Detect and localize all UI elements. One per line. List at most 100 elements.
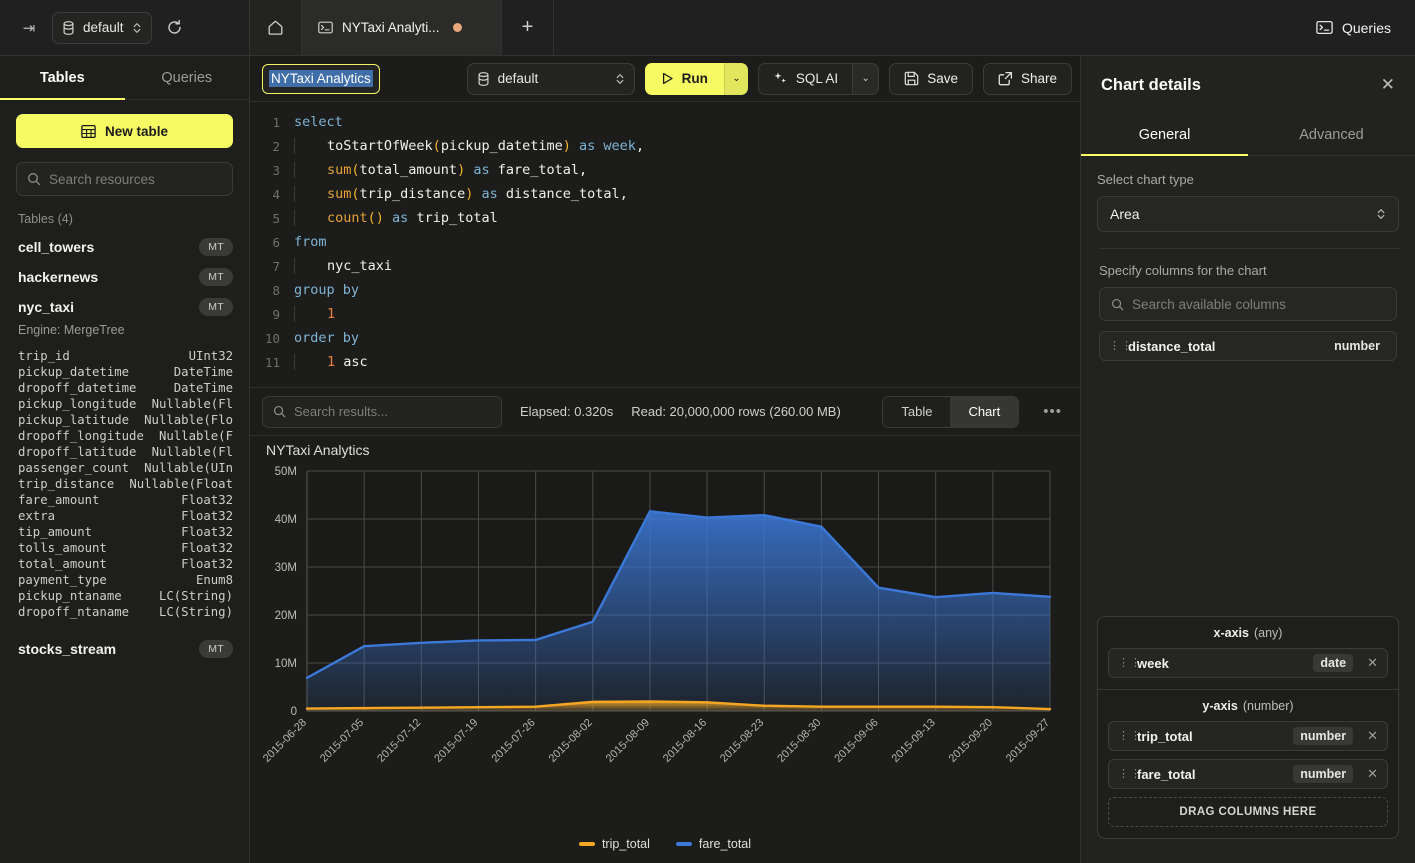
drag-handle-icon[interactable]: ⋮⋮ xyxy=(1109,342,1118,350)
run-button[interactable]: Run xyxy=(645,63,724,95)
column-row[interactable]: tip_amountFloat32 xyxy=(0,524,249,540)
column-row[interactable]: passenger_count Nullable(UIn xyxy=(0,460,249,476)
run-button-label: Run xyxy=(682,71,708,86)
tab-chart-view[interactable]: Chart xyxy=(950,397,1018,427)
editor-line[interactable]: 10order by xyxy=(250,326,1080,350)
queries-button[interactable]: Queries xyxy=(1292,0,1415,55)
home-icon[interactable] xyxy=(250,0,302,55)
editor-line[interactable]: 3sum(total_amount) as fare_total, xyxy=(250,158,1080,182)
new-table-button-label: New table xyxy=(105,124,168,139)
sql-ai-group[interactable]: SQL AI ⌄ xyxy=(758,63,879,95)
x-axis-header: x-axis(any) xyxy=(1108,626,1388,640)
new-table-button[interactable]: New table xyxy=(16,114,233,148)
column-row[interactable]: trip_distanceNullable(Float xyxy=(0,476,249,492)
column-name: extra xyxy=(18,509,55,523)
column-row[interactable]: pickup_longitudeNullable(Fl xyxy=(0,396,249,412)
x-axis-tick-label: 2015-06-28 xyxy=(261,717,309,765)
panel-divider xyxy=(1099,248,1399,249)
more-options-icon[interactable]: ••• xyxy=(1037,403,1068,420)
y-axis-item-fare-total[interactable]: ⋮⋮ fare_total number ✕ xyxy=(1108,759,1388,789)
topbar-database-picker[interactable]: default xyxy=(52,12,152,44)
sql-editor[interactable]: 1select2toStartOfWeek(pickup_datetime) a… xyxy=(250,102,1080,387)
editor-line[interactable]: 7nyc_taxi xyxy=(250,254,1080,278)
line-number: 5 xyxy=(250,211,290,226)
editor-line-code: from xyxy=(290,234,327,250)
table-item-hackernews[interactable]: hackernews MT xyxy=(0,262,249,292)
editor-line[interactable]: 2toStartOfWeek(pickup_datetime) as week, xyxy=(250,134,1080,158)
share-button[interactable]: Share xyxy=(983,63,1072,95)
editor-line[interactable]: 8group by xyxy=(250,278,1080,302)
search-results-input[interactable]: Search results... xyxy=(262,396,502,428)
column-name: passenger_count xyxy=(18,461,129,475)
code-token: , xyxy=(636,138,644,154)
editor-line[interactable]: 1select xyxy=(250,110,1080,134)
column-row[interactable]: fare_amountFloat32 xyxy=(0,492,249,508)
drag-columns-dropzone[interactable]: DRAG COLUMNS HERE xyxy=(1108,797,1388,827)
column-row[interactable]: extraFloat32 xyxy=(0,508,249,524)
x-axis-item-week[interactable]: ⋮⋮ week date ✕ xyxy=(1108,648,1388,678)
x-axis-title: x-axis xyxy=(1214,626,1249,640)
editor-line[interactable]: 4sum(trip_distance) as distance_total, xyxy=(250,182,1080,206)
table-item-stocks-stream[interactable]: stocks_stream MT xyxy=(0,634,249,664)
query-tab-nytaxi-analytics[interactable]: NYTaxi Analyti... xyxy=(302,0,502,55)
editor-line[interactable]: 6from xyxy=(250,230,1080,254)
column-row[interactable]: pickup_ntanameLC(String) xyxy=(0,588,249,604)
available-column-distance-total[interactable]: ⋮⋮ distance_total number xyxy=(1099,331,1397,361)
x-axis-tick-label: 2015-07-12 xyxy=(375,717,423,765)
tables-list[interactable]: cell_towers MT hackernews MT nyc_taxi MT… xyxy=(0,226,249,863)
remove-icon[interactable]: ✕ xyxy=(1363,766,1378,782)
legend-swatch xyxy=(579,842,595,846)
tab-table-view[interactable]: Table xyxy=(883,397,950,427)
axes-box: x-axis(any) ⋮⋮ week date ✕ y-axis(number… xyxy=(1097,616,1399,839)
editor-line[interactable]: 111 asc xyxy=(250,350,1080,374)
query-database-select[interactable]: default xyxy=(467,63,635,95)
x-axis-tick-label: 2015-09-20 xyxy=(947,717,995,765)
column-name: dropoff_datetime xyxy=(18,381,136,395)
x-axis-tick-label: 2015-07-26 xyxy=(489,717,537,765)
drag-handle-icon[interactable]: ⋮⋮ xyxy=(1118,770,1127,778)
tab-general[interactable]: General xyxy=(1081,114,1248,155)
remove-icon[interactable]: ✕ xyxy=(1363,728,1378,744)
column-row[interactable]: dropoff_longitudeNullable(F xyxy=(0,428,249,444)
collapse-sidebar-icon[interactable]: ⇥ xyxy=(16,15,42,41)
refresh-icon[interactable] xyxy=(162,15,188,41)
drag-handle-icon[interactable]: ⋮⋮ xyxy=(1118,732,1127,740)
column-row[interactable]: dropoff_datetimeDateTime xyxy=(0,380,249,396)
legend-item-trip-total[interactable]: trip_total xyxy=(579,837,650,851)
table-item-cell-towers[interactable]: cell_towers MT xyxy=(0,232,249,262)
save-button[interactable]: Save xyxy=(889,63,973,95)
editor-line[interactable]: 91 xyxy=(250,302,1080,326)
column-row[interactable]: tolls_amountFloat32 xyxy=(0,540,249,556)
chart-type-select[interactable]: Area xyxy=(1097,196,1399,232)
search-resources-input[interactable]: Search resources xyxy=(16,162,233,196)
run-button-group[interactable]: Run ⌄ xyxy=(645,63,748,95)
y-axis-item-trip-total[interactable]: ⋮⋮ trip_total number ✕ xyxy=(1108,721,1388,751)
sql-ai-caret-icon[interactable]: ⌄ xyxy=(852,64,878,94)
run-options-caret-icon[interactable]: ⌄ xyxy=(724,63,748,95)
drag-handle-icon[interactable]: ⋮⋮ xyxy=(1118,659,1127,667)
table-engine-label: Engine: MergeTree xyxy=(0,322,249,344)
chart-container: NYTaxi Analytics 010M20M30M40M50M2015-06… xyxy=(250,435,1080,863)
sidebar-tab-tables[interactable]: Tables xyxy=(0,56,125,99)
column-row[interactable]: pickup_datetimeDateTime xyxy=(0,364,249,380)
sql-ai-button[interactable]: SQL AI xyxy=(759,64,852,94)
area-chart[interactable]: 010M20M30M40M50M2015-06-282015-07-052015… xyxy=(250,436,1080,796)
table-item-nyc-taxi[interactable]: nyc_taxi MT xyxy=(0,292,249,322)
query-title-input[interactable]: NYTaxi Analytics xyxy=(262,64,380,94)
sidebar-tab-queries[interactable]: Queries xyxy=(125,56,250,99)
column-row[interactable]: pickup_latitudeNullable(Flo xyxy=(0,412,249,428)
available-columns-search-input[interactable]: Search available columns xyxy=(1099,287,1397,321)
new-tab-button[interactable]: + xyxy=(502,0,554,55)
column-row[interactable]: payment_typeEnum8 xyxy=(0,572,249,588)
column-row[interactable]: dropoff_latitudeNullable(Fl xyxy=(0,444,249,460)
legend-item-fare-total[interactable]: fare_total xyxy=(676,837,751,851)
column-row[interactable]: total_amountFloat32 xyxy=(0,556,249,572)
close-icon[interactable]: ✕ xyxy=(1381,75,1395,95)
tab-advanced[interactable]: Advanced xyxy=(1248,114,1415,155)
line-number: 11 xyxy=(250,355,290,370)
editor-line[interactable]: 5count() as trip_total xyxy=(250,206,1080,230)
remove-icon[interactable]: ✕ xyxy=(1363,655,1378,671)
column-type: Nullable(UIn xyxy=(144,461,233,475)
column-row[interactable]: dropoff_ntanameLC(String) xyxy=(0,604,249,620)
column-row[interactable]: trip_idUInt32 xyxy=(0,348,249,364)
